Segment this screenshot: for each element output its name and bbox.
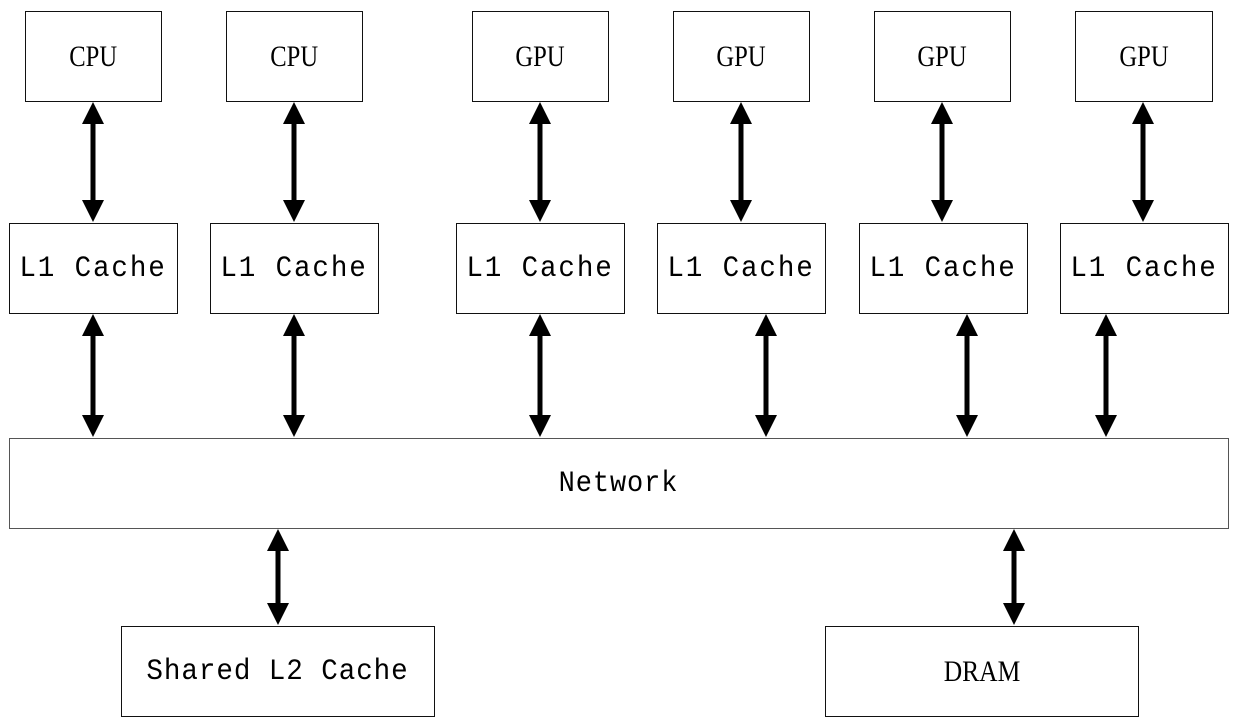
arrowhead-down-icon [267, 603, 289, 625]
arrowhead-up-icon [755, 314, 777, 336]
arrowhead-up-icon [82, 314, 104, 336]
bidirectional-arrow-network-to-shared-l2-cache [267, 529, 289, 625]
arrowhead-up-icon [283, 314, 305, 336]
arrowhead-up-icon [931, 102, 953, 124]
arrowhead-up-icon [283, 102, 305, 124]
arrowhead-up-icon [1095, 314, 1117, 336]
arrowhead-up-icon [956, 314, 978, 336]
arrowhead-down-icon [956, 415, 978, 437]
bidirectional-arrow-l1-cache-3-to-network [529, 314, 551, 437]
bidirectional-arrow-processor-5-to-l1-cache-5 [931, 102, 953, 222]
bidirectional-arrow-l1-cache-6-to-network [1095, 314, 1117, 437]
arrowhead-up-icon [82, 102, 104, 124]
arrowhead-down-icon [755, 415, 777, 437]
arrowhead-down-icon [529, 415, 551, 437]
arrowhead-down-icon [730, 200, 752, 222]
bidirectional-arrow-processor-3-to-l1-cache-3 [529, 102, 551, 222]
arrowhead-down-icon [82, 415, 104, 437]
arrowhead-down-icon [82, 200, 104, 222]
arrowhead-down-icon [1132, 200, 1154, 222]
arrowhead-up-icon [529, 102, 551, 124]
bidirectional-arrow-processor-4-to-l1-cache-4 [730, 102, 752, 222]
arrowhead-up-icon [1003, 529, 1025, 551]
bidirectional-arrow-processor-2-to-l1-cache-2 [283, 102, 305, 222]
bidirectional-arrow-l1-cache-1-to-network [82, 314, 104, 437]
arrowhead-down-icon [1095, 415, 1117, 437]
arrowhead-up-icon [730, 102, 752, 124]
arrowhead-up-icon [1132, 102, 1154, 124]
bidirectional-arrow-l1-cache-5-to-network [956, 314, 978, 437]
arrowhead-up-icon [529, 314, 551, 336]
bidirectional-arrow-l1-cache-2-to-network [283, 314, 305, 437]
bidirectional-arrow-processor-6-to-l1-cache-6 [1132, 102, 1154, 222]
arrowhead-down-icon [283, 415, 305, 437]
arrowhead-down-icon [283, 200, 305, 222]
connection-arrows [82, 102, 1154, 625]
arrowhead-down-icon [1003, 603, 1025, 625]
bidirectional-arrow-network-to-dram [1003, 529, 1025, 625]
arrowhead-up-icon [267, 529, 289, 551]
arrowhead-down-icon [931, 200, 953, 222]
bidirectional-arrow-processor-1-to-l1-cache-1 [82, 102, 104, 222]
bidirectional-arrow-l1-cache-4-to-network [755, 314, 777, 437]
arrowhead-down-icon [529, 200, 551, 222]
